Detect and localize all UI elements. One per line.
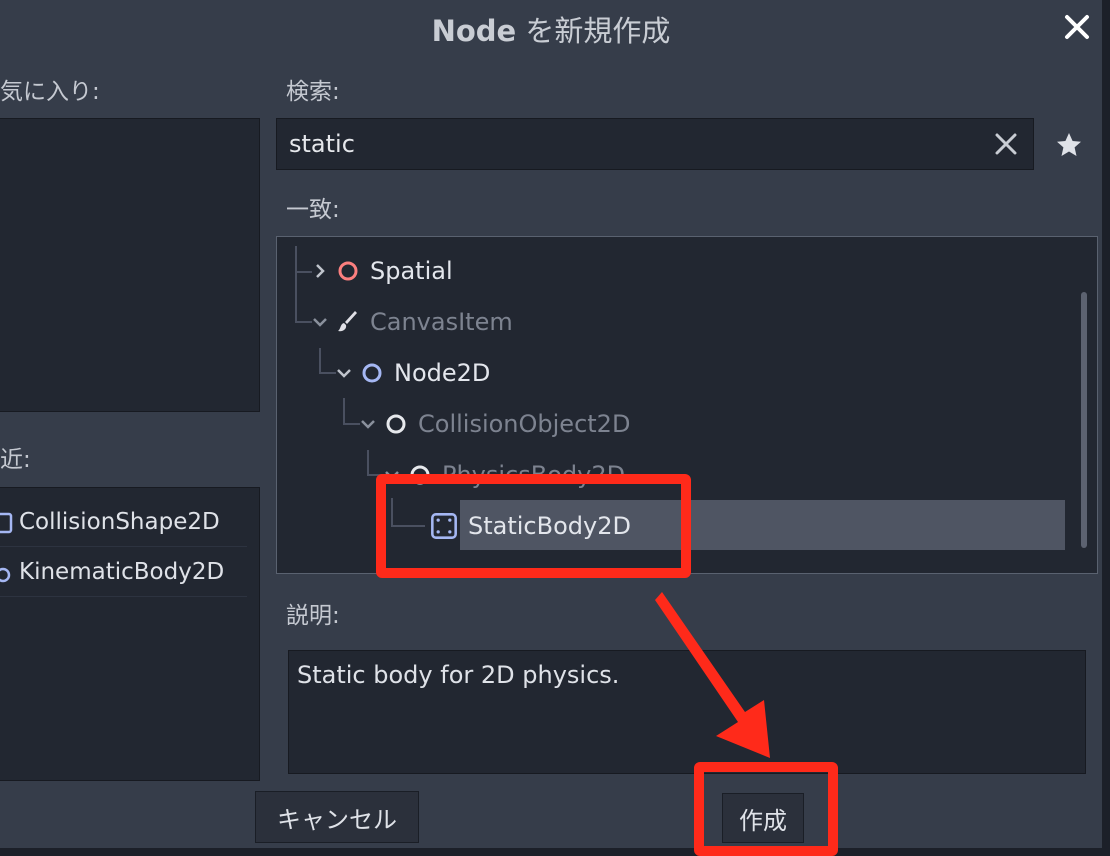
annotation-arrow [655,592,770,758]
